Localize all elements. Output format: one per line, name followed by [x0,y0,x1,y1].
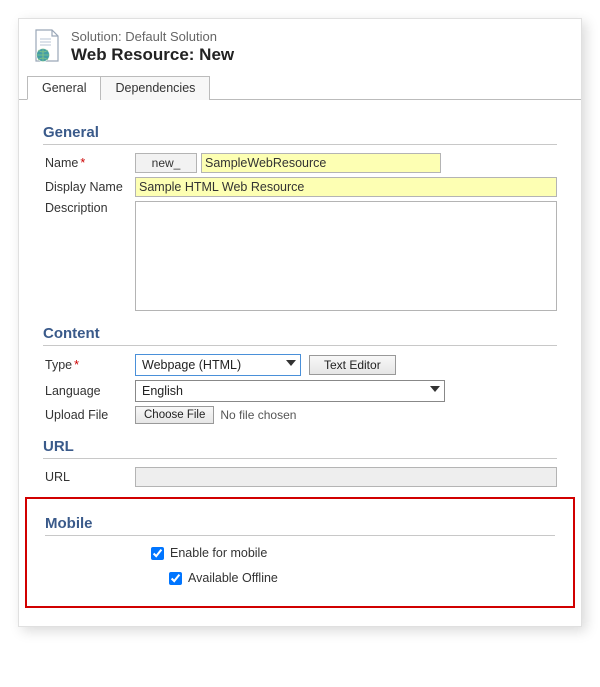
tab-strip: General Dependencies [19,75,581,100]
web-resource-form: Solution: Default Solution Web Resource:… [18,18,582,627]
text-editor-button[interactable]: Text Editor [309,355,396,375]
language-label: Language [43,384,135,398]
chevron-down-icon [430,386,440,392]
tab-dependencies[interactable]: Dependencies [100,76,210,100]
enable-for-mobile-label: Enable for mobile [170,546,267,560]
chevron-down-icon [286,360,296,366]
upload-file-status: No file chosen [220,408,296,422]
name-prefix: new_ [135,153,197,173]
upload-file-label: Upload File [43,408,135,422]
form-header: Solution: Default Solution Web Resource:… [19,19,581,71]
description-label: Description [43,201,135,215]
available-offline-label: Available Offline [188,571,278,585]
language-select[interactable]: English [135,380,445,402]
url-output [135,467,557,487]
name-input[interactable] [201,153,441,173]
available-offline-checkbox[interactable] [169,572,182,585]
display-name-label: Display Name [43,180,135,194]
type-label: Type* [43,358,135,372]
section-url: URL [43,434,557,459]
url-label: URL [43,470,135,484]
language-select-value: English [142,384,183,398]
type-select-value: Webpage (HTML) [142,358,241,372]
choose-file-button[interactable]: Choose File [135,406,214,424]
name-label: Name* [43,156,135,170]
tab-general[interactable]: General [27,76,101,100]
section-mobile: Mobile [45,511,555,536]
description-input[interactable] [135,201,557,311]
mobile-section-highlight: Mobile Enable for mobile Available Offli… [25,497,575,608]
required-indicator: * [74,358,79,372]
solution-breadcrumb: Solution: Default Solution [71,29,234,45]
display-name-input[interactable] [135,177,557,197]
enable-for-mobile-checkbox[interactable] [151,547,164,560]
required-indicator: * [80,156,85,170]
web-resource-icon [33,29,61,63]
section-content: Content [43,321,557,346]
section-general: General [43,120,557,145]
page-title: Web Resource: New [71,45,234,65]
type-select[interactable]: Webpage (HTML) [135,354,301,376]
